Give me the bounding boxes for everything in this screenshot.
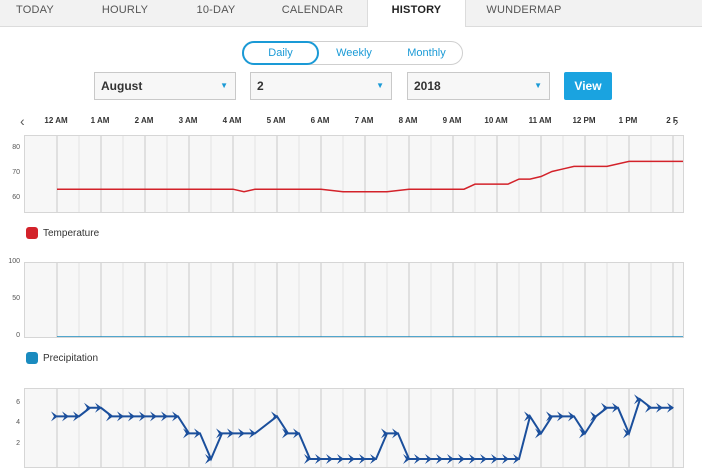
y-tick-label: 2 [16, 439, 20, 447]
hour-label: 5 AM [266, 116, 286, 125]
toggle-daily[interactable]: Daily [242, 41, 319, 65]
temperature-legend-label: Temperature [43, 228, 100, 239]
hour-label: 2 F [666, 116, 678, 125]
hour-label: 4 AM [222, 116, 242, 125]
precipitation-legend-label: Precipitation [43, 353, 99, 364]
temperature-swatch [26, 227, 38, 239]
month-select[interactable]: August ▼ [94, 72, 236, 100]
hour-label: 10 AM [484, 116, 508, 125]
chevron-down-icon: ▼ [220, 81, 228, 90]
y-tick-label: 70 [12, 169, 20, 176]
wind-direction-marker [106, 411, 113, 422]
precipitation-legend[interactable]: Precipitation [26, 352, 98, 364]
y-tick-label: 50 [12, 295, 20, 302]
chevron-down-icon: ▼ [534, 81, 542, 90]
hour-label: 9 AM [442, 116, 462, 125]
wind-plot-svg [51, 389, 674, 467]
y-tick-label: 0 [16, 332, 20, 339]
tab-hourly[interactable]: HOURLY [80, 0, 170, 26]
hour-label: 8 AM [398, 116, 418, 125]
y-tick-label: 4 [16, 419, 20, 427]
year-select[interactable]: 2018 ▼ [407, 72, 550, 100]
view-button[interactable]: View [564, 72, 612, 100]
day-select[interactable]: 2 ▼ [250, 72, 392, 100]
wind-direction-marker [634, 394, 641, 405]
year-select-value: 2018 [414, 79, 441, 93]
tab-today[interactable]: TODAY [0, 0, 70, 26]
y-tick-label: 60 [12, 194, 20, 202]
tab-calendar[interactable]: CALENDAR [265, 0, 360, 26]
temperature-plot-svg [56, 136, 683, 212]
tab-history[interactable]: HISTORY [367, 0, 466, 27]
hour-label: 6 AM [310, 116, 330, 125]
temperature-legend[interactable]: Temperature [26, 227, 99, 239]
wind-direction-marker [84, 402, 91, 413]
y-tick-label: 80 [12, 143, 20, 151]
chevron-down-icon: ▼ [376, 81, 384, 90]
tab-wundermap[interactable]: WUNDERMAP [478, 0, 570, 26]
chevron-left-icon[interactable]: ‹ [20, 113, 25, 129]
hour-label: 2 AM [134, 116, 154, 125]
month-select-value: August [101, 79, 143, 93]
precipitation-chart [24, 262, 684, 338]
hour-label: 12 PM [572, 116, 596, 125]
y-tick-label: 100 [8, 258, 20, 265]
hour-label: 7 AM [354, 116, 374, 125]
toggle-weekly[interactable]: Weekly [318, 42, 390, 64]
precipitation-plot-svg [56, 263, 683, 337]
toggle-monthly[interactable]: Monthly [391, 42, 462, 64]
hour-label: 1 AM [90, 116, 110, 125]
nav-tab-bar: TODAY HOURLY 10-DAY CALENDAR HISTORY WUN… [0, 0, 702, 27]
hour-label: 1 PM [618, 116, 638, 125]
hour-label: 3 AM [178, 116, 198, 125]
period-toggle: Daily Weekly Monthly [242, 41, 463, 65]
temperature-series-line [57, 160, 683, 193]
hour-label: 12 AM [44, 116, 68, 125]
wind-chart [24, 388, 684, 468]
hour-label: 11 AM [528, 116, 552, 125]
temperature-chart [24, 135, 684, 213]
precipitation-swatch [26, 352, 38, 364]
tab-10-day[interactable]: 10-DAY [185, 0, 247, 26]
day-select-value: 2 [257, 79, 264, 93]
y-tick-label: 6 [16, 399, 20, 407]
